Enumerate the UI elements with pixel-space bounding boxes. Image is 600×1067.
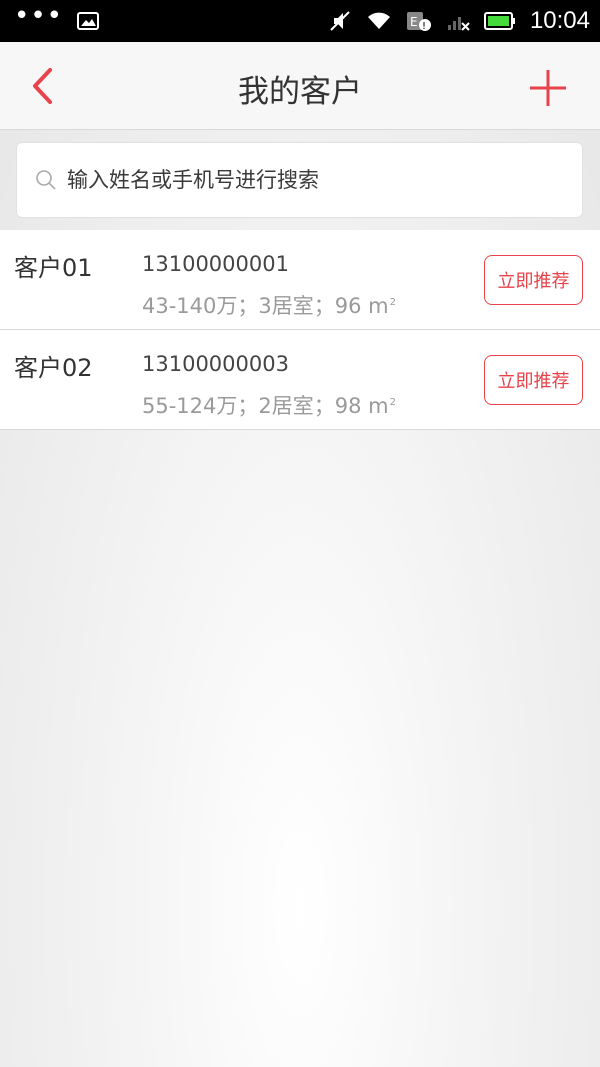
customer-phone: 13100000001 bbox=[142, 252, 289, 276]
status-time: 10:04 bbox=[529, 7, 590, 34]
customer-name: 客户02 bbox=[14, 354, 93, 382]
customer-name: 客户01 bbox=[14, 254, 93, 282]
customer-requirements-text: 43-140万；3居室；96 m bbox=[142, 294, 389, 318]
customer-requirements: 43-140万；3居室；96 m2 bbox=[142, 290, 396, 320]
status-left: ••• bbox=[14, 3, 100, 30]
search-box[interactable] bbox=[16, 142, 583, 218]
list-item[interactable]: 客户01 13100000001 43-140万；3居室；96 m2 立即推荐 bbox=[0, 230, 600, 330]
status-bar: ••• E! 10:04 bbox=[0, 0, 600, 42]
image-icon bbox=[77, 12, 100, 30]
signal-icon bbox=[446, 11, 470, 31]
plus-icon bbox=[530, 70, 566, 106]
unit-superscript: 2 bbox=[389, 397, 396, 408]
list-item[interactable]: 客户02 13100000003 55-124万；2居室；98 m2 立即推荐 bbox=[0, 330, 600, 430]
search-input[interactable] bbox=[67, 168, 582, 192]
svg-text:!: ! bbox=[422, 21, 426, 32]
customer-requirements-text: 55-124万；2居室；98 m bbox=[142, 394, 389, 418]
recommend-button[interactable]: 立即推荐 bbox=[484, 255, 583, 305]
customer-phone: 13100000003 bbox=[142, 352, 289, 376]
customer-list: 客户01 13100000001 43-140万；3居室；96 m2 立即推荐 … bbox=[0, 230, 600, 430]
wifi-icon bbox=[366, 11, 392, 31]
customer-requirements: 55-124万；2居室；98 m2 bbox=[142, 390, 396, 420]
recommend-button[interactable]: 立即推荐 bbox=[484, 355, 583, 405]
status-right: E! 10:04 bbox=[328, 7, 590, 35]
unit-superscript: 2 bbox=[389, 297, 396, 308]
svg-text:E: E bbox=[410, 15, 418, 29]
page-title: 我的客户 bbox=[238, 74, 362, 110]
add-customer-button[interactable] bbox=[526, 66, 570, 110]
header: 我的客户 bbox=[0, 42, 600, 130]
more-dots-icon: ••• bbox=[14, 1, 64, 31]
search-icon bbox=[33, 167, 59, 193]
battery-icon bbox=[483, 11, 516, 31]
e-network-icon: E! bbox=[406, 10, 432, 32]
mute-icon bbox=[328, 10, 352, 32]
